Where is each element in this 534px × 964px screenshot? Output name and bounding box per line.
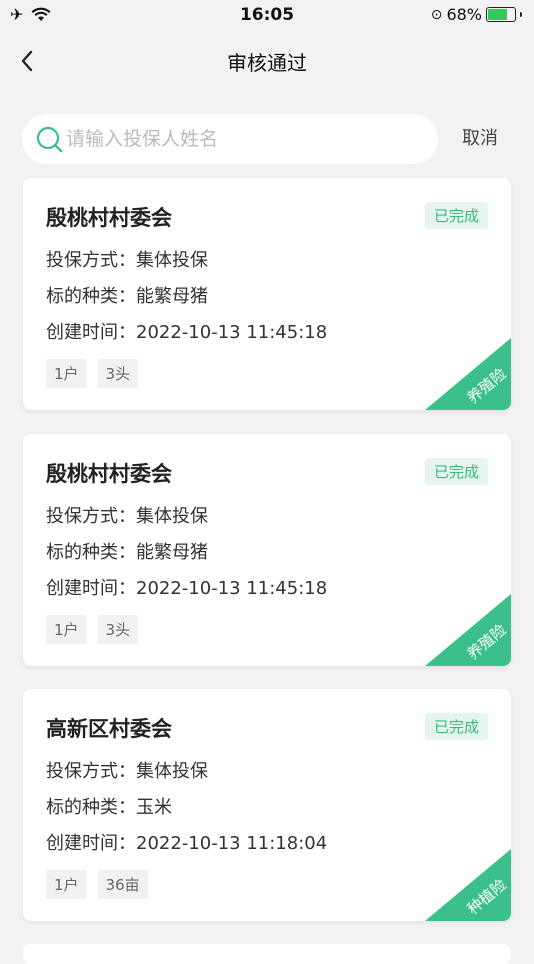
insurance-method: 投保方式：集体投保 bbox=[46, 506, 208, 527]
card-title: 殷桃村村委会 bbox=[46, 462, 172, 486]
insurance-type-ribbon: 种植险 bbox=[425, 849, 511, 921]
battery-percent: 68% bbox=[446, 5, 482, 24]
page-title: 审核通过 bbox=[227, 51, 307, 75]
status-badge: 已完成 bbox=[424, 202, 488, 229]
battery-cap bbox=[520, 12, 522, 17]
created-time: 创建时间：2022-10-13 11:45:18 bbox=[46, 322, 328, 343]
status-badge: 已完成 bbox=[424, 458, 488, 485]
record-card[interactable]: 高新区村委会 已完成 投保方式：集体投保 标的种类：玉米 创建时间：2022-1… bbox=[23, 689, 511, 921]
orientation-lock-icon: ⊙ bbox=[430, 6, 443, 23]
quantity-tag: 3头 bbox=[97, 615, 139, 644]
search-box[interactable] bbox=[22, 114, 438, 164]
card-title: 高新区村委会 bbox=[46, 717, 172, 741]
search-row: 取消 bbox=[0, 112, 534, 166]
tag-list: 1户 36亩 bbox=[46, 870, 148, 899]
insurance-type-ribbon: 养殖险 bbox=[425, 338, 511, 410]
card-title: 殷桃村村委会 bbox=[46, 206, 172, 230]
battery-icon bbox=[486, 7, 516, 22]
search-icon bbox=[36, 126, 63, 153]
status-bar: ✈ 16:05 ⊙ 68% bbox=[0, 0, 534, 30]
quantity-tag: 36亩 bbox=[97, 870, 148, 899]
subject-type: 标的种类：玉米 bbox=[46, 797, 172, 818]
insurance-type-ribbon: 养殖险 bbox=[425, 594, 511, 666]
tag-list: 1户 3头 bbox=[46, 615, 139, 644]
household-tag: 1户 bbox=[46, 870, 87, 899]
search-input[interactable] bbox=[66, 114, 426, 164]
insurance-method: 投保方式：集体投保 bbox=[46, 761, 208, 782]
record-card[interactable]: 殷桃村村委会 已完成 投保方式：集体投保 标的种类：能繁母猪 创建时间：2022… bbox=[23, 434, 511, 666]
household-tag: 1户 bbox=[46, 359, 87, 388]
created-time: 创建时间：2022-10-13 11:18:04 bbox=[46, 833, 328, 854]
quantity-tag: 3头 bbox=[97, 359, 139, 388]
subject-type: 标的种类：能繁母猪 bbox=[46, 286, 208, 307]
subject-type: 标的种类：能繁母猪 bbox=[46, 542, 208, 563]
insurance-method: 投保方式：集体投保 bbox=[46, 250, 208, 271]
record-card[interactable]: 殷桃村村委会 已完成 投保方式：集体投保 标的种类：能繁母猪 创建时间：2022… bbox=[23, 178, 511, 410]
household-tag: 1户 bbox=[46, 615, 87, 644]
nav-bar: 审核通过 bbox=[0, 30, 534, 94]
status-right: ⊙ 68% bbox=[431, 5, 522, 24]
tag-list: 1户 3头 bbox=[46, 359, 139, 388]
battery-fill bbox=[488, 9, 508, 20]
created-time: 创建时间：2022-10-13 11:45:18 bbox=[46, 578, 328, 599]
status-badge: 已完成 bbox=[424, 713, 488, 740]
next-record-card[interactable] bbox=[23, 944, 511, 964]
cancel-button[interactable]: 取消 bbox=[462, 124, 498, 150]
